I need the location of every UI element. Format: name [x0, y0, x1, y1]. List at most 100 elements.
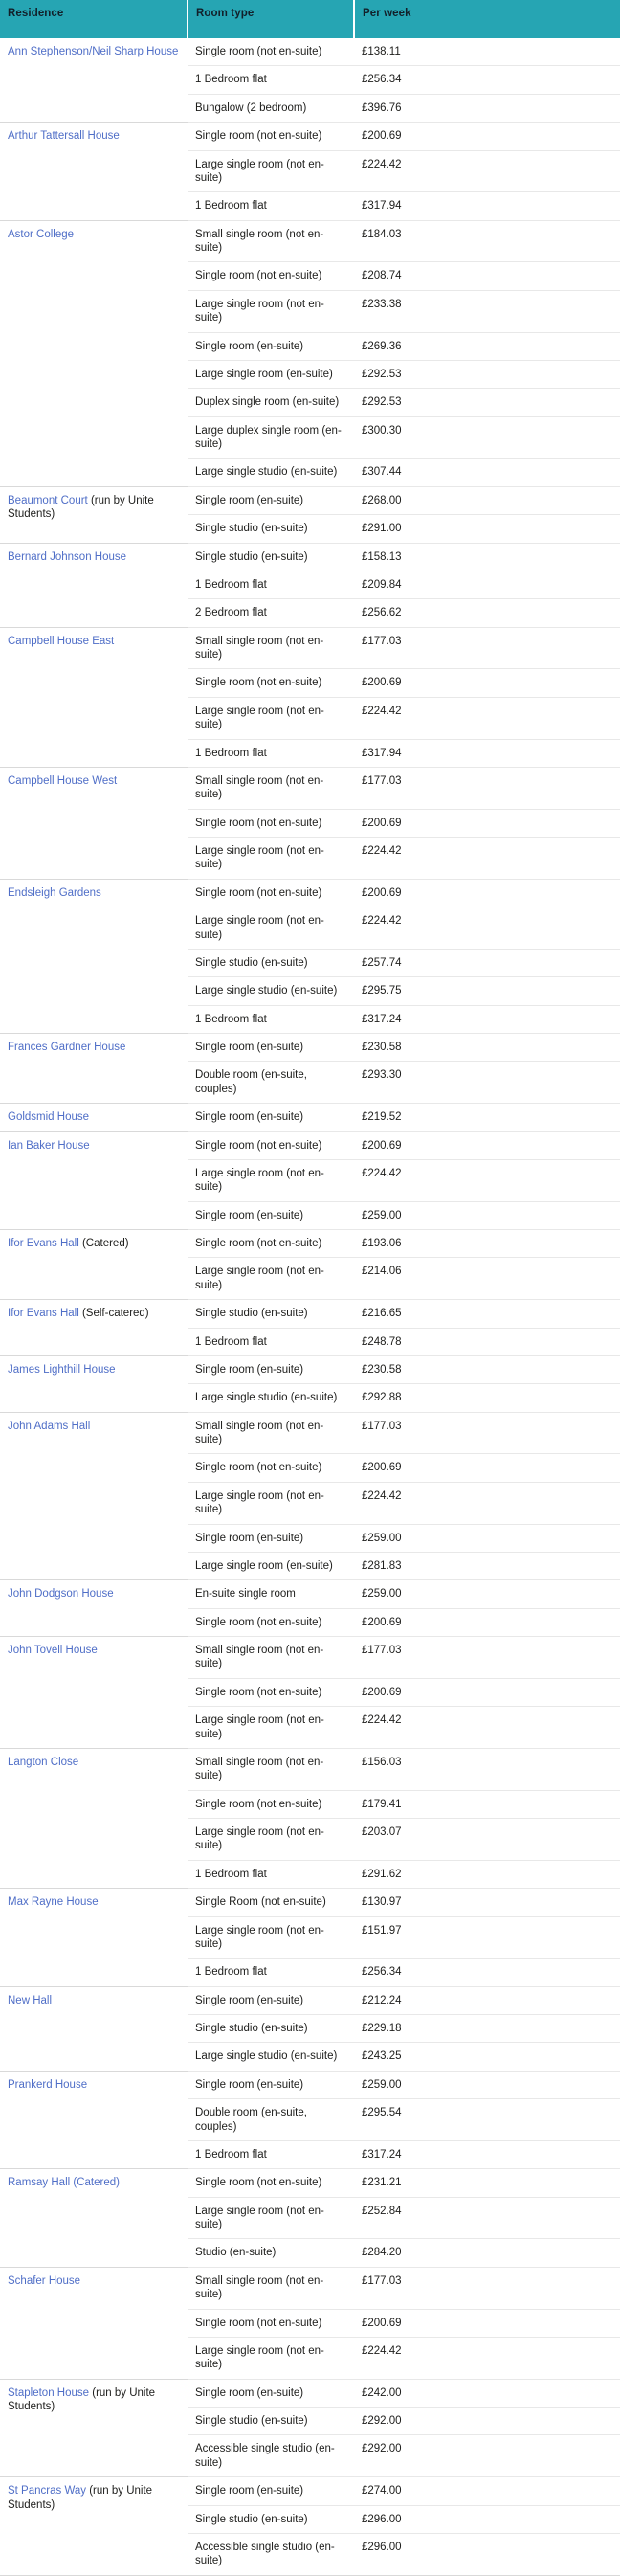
room-type-cell: 1 Bedroom flat [188, 739, 354, 768]
residence-link[interactable]: James Lighthill House [8, 1364, 116, 1376]
residence-link[interactable]: John Adams Hall [8, 1421, 90, 1432]
room-type-cell: Single room (en-suite) [188, 2476, 354, 2506]
room-type-cell: Single room (not en-suite) [188, 878, 354, 908]
residence-cell: Ann Stephenson/Neil Sharp House [0, 38, 188, 123]
room-type-cell: Accessible single studio (en-suite) [188, 2533, 354, 2576]
residence-link[interactable]: Arthur Tattersall House [8, 130, 120, 142]
room-type-cell: Large single room (not en-suite) [188, 1257, 354, 1301]
per-week-price-cell: £179.41 [354, 1790, 620, 1820]
residence-link[interactable]: Bernard Johnson House [8, 551, 126, 563]
per-week-price-cell: £248.78 [354, 1328, 620, 1356]
room-type-cell: Duplex single room (en-suite) [188, 388, 354, 417]
per-week-price-cell: £224.42 [354, 1706, 620, 1749]
per-week-price-cell: £233.38 [354, 290, 620, 333]
per-week-price-cell: £307.44 [354, 458, 620, 487]
per-week-price-cell: £216.65 [354, 1299, 620, 1329]
per-week-price-cell: £281.83 [354, 1552, 620, 1581]
residence-link[interactable]: New Hall [8, 1995, 52, 2006]
residence-link[interactable]: Campbell House West [8, 775, 117, 787]
residence-link[interactable]: Frances Gardner House [8, 1042, 125, 1053]
room-type-cell: Large single room (en-suite) [188, 1552, 354, 1581]
room-type-cell: Single studio (en-suite) [188, 2014, 354, 2044]
per-week-price-cell: £200.69 [354, 1131, 620, 1160]
room-type-cell: Large single room (not en-suite) [188, 907, 354, 950]
per-week-price-cell: £317.24 [354, 2140, 620, 2170]
residence-link[interactable]: Stapleton House [8, 2387, 89, 2399]
residence-cell: Arthur Tattersall House [0, 122, 188, 221]
per-week-price-cell: £177.03 [354, 766, 620, 810]
residence-link[interactable]: Max Rayne House [8, 1896, 99, 1908]
room-type-cell: Single room (en-suite) [188, 2070, 354, 2100]
room-type-cell: Double room (en-suite, couples) [188, 2098, 354, 2141]
per-week-price-cell: £242.00 [354, 2378, 620, 2408]
residence-link[interactable]: John Dodgson House [8, 1588, 114, 1600]
residence-cell: Campbell House East [0, 627, 188, 768]
room-type-cell: 1 Bedroom flat [188, 1005, 354, 1035]
room-type-cell: Large single room (not en-suite) [188, 150, 354, 193]
room-type-cell: Single room (en-suite) [188, 1032, 354, 1063]
table-row: James Lighthill House Single room (en-sui… [0, 1355, 620, 1413]
per-week-price-cell: £224.42 [354, 1159, 620, 1202]
table-row: Bernard Johnson House Single studio (en-s… [0, 542, 620, 628]
room-type-cell: 1 Bedroom flat [188, 1958, 354, 1987]
residence-link[interactable]: St Pancras Way [8, 2485, 86, 2497]
residence-cell: James Lighthill House [0, 1355, 188, 1413]
residence-cell: Beaumont Court (run by Unite Students) [0, 486, 188, 544]
residence-link[interactable]: Ramsay Hall (Catered) [8, 2177, 120, 2188]
table-row: Campbell House West Small single room (no… [0, 766, 620, 880]
room-type-cell: Single studio (en-suite) [188, 514, 354, 544]
per-week-price-cell: £259.00 [354, 1579, 620, 1609]
table-row: John Tovell House Small single room (not … [0, 1636, 620, 1749]
room-type-cell: 2 Bedroom flat [188, 598, 354, 628]
per-week-price-cell: £274.00 [354, 2476, 620, 2506]
residence-link[interactable]: Ann Stephenson/Neil Sharp House [8, 46, 178, 57]
residence-link[interactable]: Ian Baker House [8, 1140, 90, 1152]
table-row: John Adams Hall Small single room (not en… [0, 1411, 620, 1581]
per-week-price-cell: £243.25 [354, 2042, 620, 2072]
room-type-cell: Single studio (en-suite) [188, 949, 354, 978]
room-type-cell: Single room (en-suite) [188, 332, 354, 361]
per-week-price-cell: £177.03 [354, 2266, 620, 2310]
residence-cell: Langton Close [0, 1748, 188, 1890]
per-week-price-cell: £268.00 [354, 485, 620, 516]
residence-link[interactable]: Campbell House East [8, 636, 114, 647]
residence-link[interactable]: John Tovell House [8, 1645, 98, 1656]
residence-link[interactable]: Goldsmid House [8, 1111, 89, 1123]
room-type-cell: Single room (not en-suite) [188, 1131, 354, 1160]
per-week-price-cell: £295.75 [354, 976, 620, 1006]
per-week-price-cell: £293.30 [354, 1061, 620, 1105]
room-type-cell: Large single studio (en-suite) [188, 1383, 354, 1413]
residence-fees-table: Residence Room type Per week Ann Stephen… [0, 0, 620, 2576]
residence-link[interactable]: Ifor Evans Hall [8, 1308, 79, 1319]
room-type-cell: 1 Bedroom flat [188, 191, 354, 221]
per-week-price-cell: £292.88 [354, 1383, 620, 1413]
per-week-price-cell: £224.42 [354, 907, 620, 950]
residence-cell: Endsleigh Gardens [0, 879, 188, 1035]
table-row: Stapleton House (run by Unite Students) S… [0, 2378, 620, 2478]
table-row: Astor College Small single room (not en-s… [0, 219, 620, 487]
table-row: Prankerd House Single room (en-suite) £259… [0, 2070, 620, 2170]
residence-link[interactable]: Beaumont Court [8, 495, 88, 506]
room-type-cell: Large single studio (en-suite) [188, 976, 354, 1006]
per-week-price-cell: £156.03 [354, 1747, 620, 1791]
residence-link[interactable]: Langton Close [8, 1757, 78, 1768]
residence-cell: Ian Baker House [0, 1131, 188, 1230]
residence-link[interactable]: Ifor Evans Hall [8, 1238, 79, 1249]
per-week-price-cell: £269.36 [354, 332, 620, 361]
table-row: Arthur Tattersall House Single room (not … [0, 122, 620, 221]
per-week-price-cell: £317.94 [354, 191, 620, 221]
residence-link[interactable]: Prankerd House [8, 2079, 87, 2091]
room-type-cell: Single room (not en-suite) [188, 122, 354, 151]
per-week-price-cell: £203.07 [354, 1818, 620, 1861]
per-week-price-cell: £231.21 [354, 2168, 620, 2198]
room-type-cell: Single room (not en-suite) [188, 1678, 354, 1708]
per-week-price-cell: £292.00 [354, 2407, 620, 2436]
residence-link[interactable]: Schafer House [8, 2275, 80, 2287]
residence-link[interactable]: Endsleigh Gardens [8, 887, 101, 899]
per-week-price-cell: £291.00 [354, 514, 620, 544]
residence-link[interactable]: Astor College [8, 229, 74, 240]
per-week-price-cell: £130.97 [354, 1888, 620, 1917]
room-type-cell: Single room (not en-suite) [188, 261, 354, 291]
room-type-cell: Bungalow (2 bedroom) [188, 94, 354, 123]
room-type-cell: Single room (not en-suite) [188, 668, 354, 698]
